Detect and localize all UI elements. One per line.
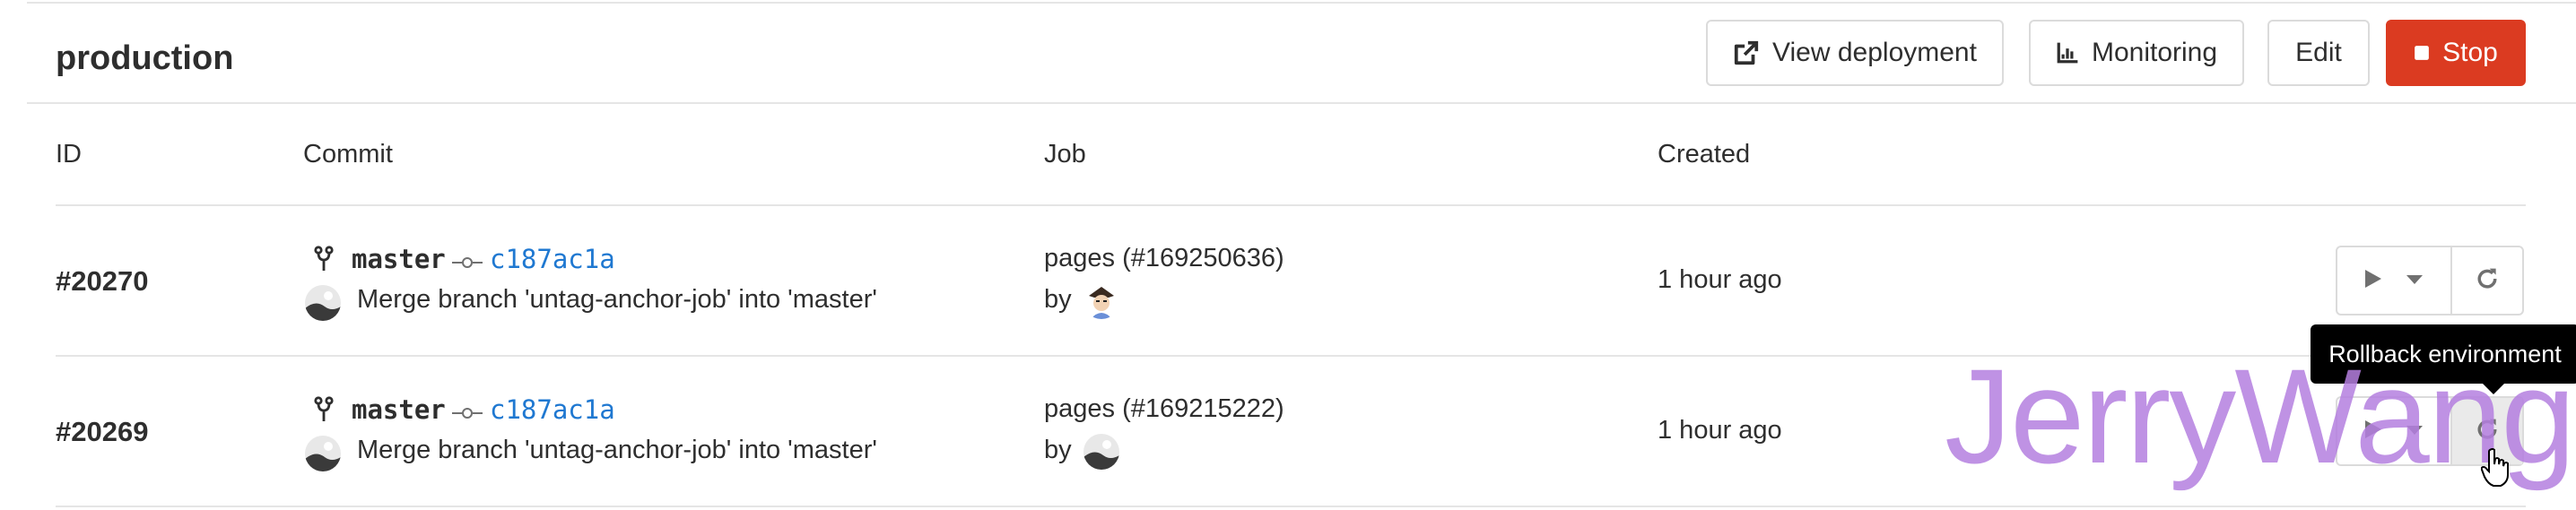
view-deployment-label: View deployment <box>1772 38 1977 67</box>
column-header-created: Created <box>1658 140 1751 169</box>
chart-icon <box>2056 41 2079 65</box>
external-link-icon <box>1733 39 1760 66</box>
column-header-commit: Commit <box>303 140 393 169</box>
column-header-id: ID <box>56 140 82 169</box>
manual-actions-dropdown[interactable] <box>2337 247 2452 314</box>
branch-name[interactable]: master <box>352 394 446 425</box>
user-avatar[interactable] <box>1083 283 1119 319</box>
environment-title: production <box>56 39 234 77</box>
stop-button[interactable]: Stop <box>2386 20 2526 86</box>
retry-icon <box>2475 266 2500 296</box>
view-deployment-button[interactable]: View deployment <box>1706 20 2004 86</box>
play-icon <box>2365 269 2381 292</box>
deployment-actions <box>2336 246 2524 316</box>
branch-icon <box>314 396 334 423</box>
watermark-text: JerryWang <box>1945 341 2576 491</box>
triggered-by-label: by <box>1044 285 1072 314</box>
stop-label: Stop <box>2442 38 2498 67</box>
table-header-divider <box>56 204 2526 206</box>
column-header-job: Job <box>1044 140 1086 169</box>
created-time: 1 hour ago <box>1658 416 1782 445</box>
commit-icon <box>452 256 483 269</box>
header-divider <box>27 102 2576 104</box>
commit-sha-link[interactable]: c187ac1a <box>490 394 615 425</box>
edit-label: Edit <box>2295 38 2342 67</box>
commit-sha-link[interactable]: c187ac1a <box>490 244 615 274</box>
commit-message[interactable]: Merge branch 'untag-anchor-job' into 'ma… <box>357 285 877 315</box>
created-time: 1 hour ago <box>1658 265 1782 294</box>
branch-name[interactable]: master <box>352 244 446 274</box>
author-avatar[interactable] <box>305 436 341 471</box>
row-divider <box>56 506 2526 507</box>
author-avatar[interactable] <box>305 285 341 321</box>
monitoring-label: Monitoring <box>2091 38 2218 67</box>
job-link[interactable]: pages (#169250636) <box>1044 244 1284 273</box>
deployment-id: #20270 <box>56 265 149 297</box>
job-link[interactable]: pages (#169215222) <box>1044 394 1284 424</box>
top-divider <box>27 2 2576 4</box>
monitoring-button[interactable]: Monitoring <box>2029 20 2244 86</box>
commit-message[interactable]: Merge branch 'untag-anchor-job' into 'ma… <box>357 436 877 465</box>
chevron-down-icon <box>2406 272 2423 289</box>
redeploy-button[interactable] <box>2452 247 2522 314</box>
hand-cursor-icon <box>2480 448 2511 488</box>
edit-button[interactable]: Edit <box>2267 20 2370 86</box>
triggered-by-label: by <box>1044 436 1072 464</box>
user-avatar[interactable] <box>1083 434 1119 470</box>
stop-icon <box>2414 45 2430 61</box>
branch-icon <box>314 246 334 272</box>
commit-icon <box>452 407 483 419</box>
deployment-id: #20269 <box>56 416 149 447</box>
